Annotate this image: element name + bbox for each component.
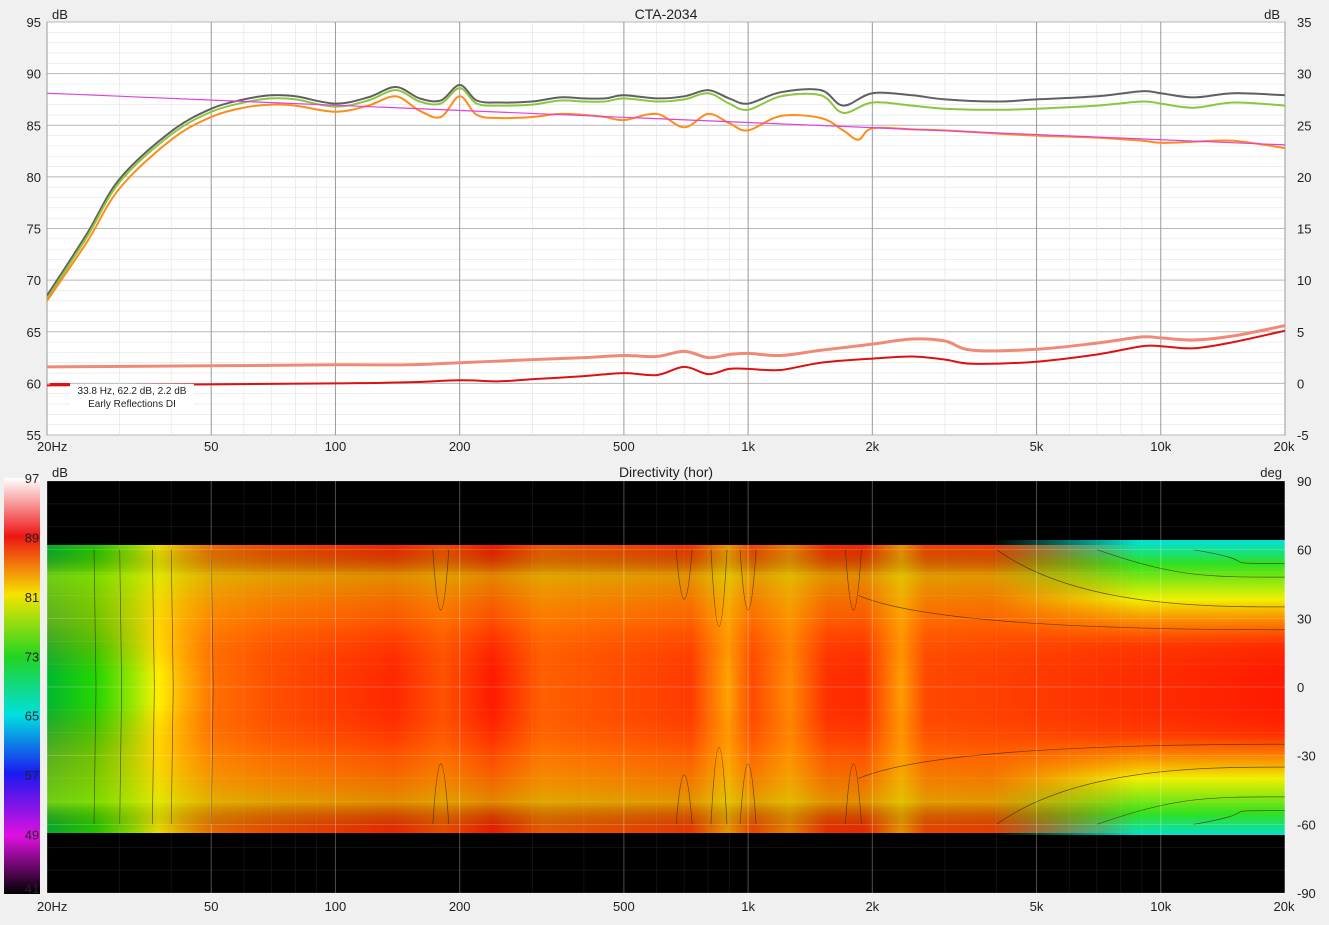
x-tick-label: 1k <box>741 899 755 914</box>
y2-tick-label: 5 <box>1297 325 1304 340</box>
readout-line-1: 33.8 Hz, 62.2 dB, 2.2 dB <box>78 386 187 397</box>
readout-line-2: Early Reflections DI <box>88 399 176 410</box>
x-tick-label: 1k <box>741 439 755 454</box>
angle-tick-label: 60 <box>1297 543 1311 558</box>
y-tick-label: 90 <box>27 67 41 82</box>
colorbar-tick-label: 49 <box>25 828 39 843</box>
y2-tick-label: 0 <box>1297 376 1304 391</box>
x-tick-label: 500 <box>613 899 635 914</box>
y-tick-label: 70 <box>27 273 41 288</box>
y-tick-label: 60 <box>27 376 41 391</box>
y-tick-label: 85 <box>27 118 41 133</box>
x-tick-label: 20k <box>1274 439 1295 454</box>
x-tick-label: 50 <box>204 439 218 454</box>
y2-tick-label: 30 <box>1297 67 1311 82</box>
spinorama-panel: CTA-2034 dB dB 959085807570656055 353025… <box>27 6 1312 454</box>
bottom-y-unit-right: deg <box>1260 465 1282 480</box>
x-tick-label: 100 <box>325 899 347 914</box>
cursor-readout: 33.8 Hz, 62.2 dB, 2.2 dB Early Reflectio… <box>50 383 194 410</box>
angle-tick-label: -60 <box>1297 817 1316 832</box>
x-tick-label: 2k <box>865 899 879 914</box>
colorbar-tick-label: 41 <box>25 881 39 896</box>
x-tick-label: 100 <box>325 439 347 454</box>
x-tick-label: 5k <box>1030 439 1044 454</box>
top-y-axis: 959085807570656055 <box>27 15 41 443</box>
top-title: CTA-2034 <box>635 6 698 22</box>
x-tick-label: 2k <box>865 439 879 454</box>
heatmap-hf-narrowing <box>990 540 1285 838</box>
colorbar-tick-label: 57 <box>25 768 39 783</box>
y2-tick-label: 25 <box>1297 118 1311 133</box>
y-tick-label: 65 <box>27 325 41 340</box>
x-tick-label: 20k <box>1274 899 1295 914</box>
y2-tick-label: 15 <box>1297 222 1311 237</box>
x-tick-label: 10k <box>1150 439 1171 454</box>
x-tick-label: 20Hz <box>37 899 67 914</box>
x-tick-label: 500 <box>613 439 635 454</box>
x-tick-label: 5k <box>1030 899 1044 914</box>
x-tick-label: 200 <box>449 439 471 454</box>
chart-canvas: CTA-2034 dB dB 959085807570656055 353025… <box>4 6 1316 914</box>
x-tick-label: 200 <box>449 899 471 914</box>
colorbar-tick-label: 73 <box>25 649 39 664</box>
y2-tick-label: -5 <box>1297 428 1309 443</box>
angle-tick-label: -30 <box>1297 749 1316 764</box>
top-y-unit-left: dB <box>52 7 68 22</box>
colorbar-tick-label: 65 <box>25 709 39 724</box>
colorbar-tick-label: 89 <box>25 530 39 545</box>
angle-tick-label: -90 <box>1297 886 1316 901</box>
y2-tick-label: 35 <box>1297 15 1311 30</box>
x-tick-label: 10k <box>1150 899 1171 914</box>
top-x-axis: 20Hz 50 100 200 500 1k 2k 5k 10k 20k <box>37 439 1295 454</box>
angle-axis: 90 60 30 0 -30 -60 -90 <box>1297 474 1316 901</box>
y-tick-label: 95 <box>27 15 41 30</box>
colorbar-tick-label: 81 <box>25 590 39 605</box>
x-tick-label: 50 <box>204 899 218 914</box>
x-tick-label: 20Hz <box>37 439 67 454</box>
y2-tick-label: 20 <box>1297 170 1311 185</box>
colorbar-tick-label: 97 <box>25 471 39 486</box>
top-y2-axis: 35 30 25 20 15 10 5 0 -5 <box>1297 15 1311 443</box>
bottom-y-unit-left: dB <box>52 465 68 480</box>
y-tick-label: 80 <box>27 170 41 185</box>
y2-tick-label: 10 <box>1297 273 1311 288</box>
bottom-title: Directivity (hor) <box>619 464 713 480</box>
angle-tick-label: 90 <box>1297 474 1311 489</box>
y-tick-label: 75 <box>27 222 41 237</box>
top-y-unit-right: dB <box>1264 7 1280 22</box>
bottom-x-axis: 20Hz 50 100 200 500 1k 2k 5k 10k 20k <box>37 899 1295 914</box>
angle-tick-label: 30 <box>1297 611 1311 626</box>
directivity-panel: Directivity (hor) dB deg 97 89 81 73 65 57 49 4… <box>4 464 1316 914</box>
angle-tick-label: 0 <box>1297 680 1304 695</box>
